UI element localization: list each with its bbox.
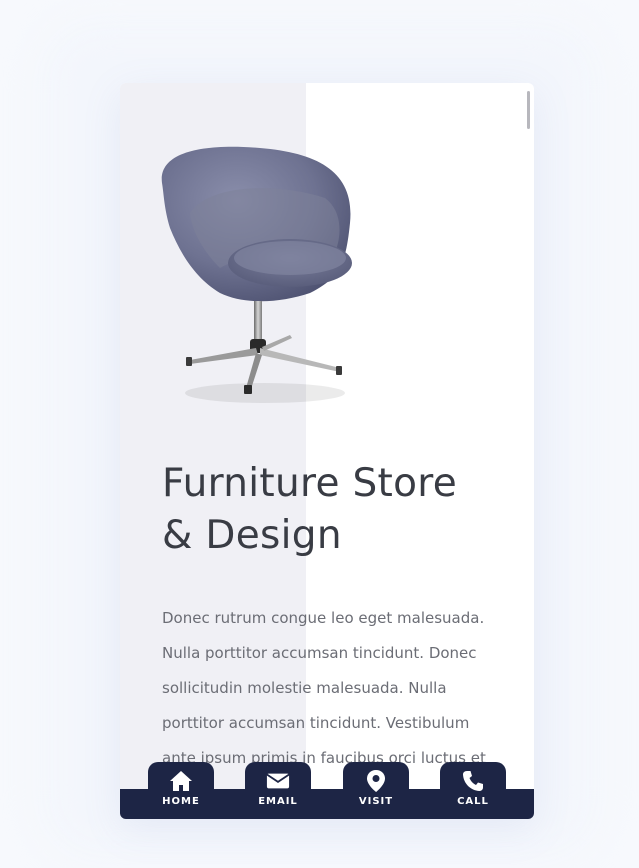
description-text: Donec rutrum congue leo eget malesuada. … (162, 609, 486, 767)
mobile-screen: Furniture Store & Design Donec rutrum co… (120, 83, 534, 819)
nav-home-button[interactable]: HOME (148, 762, 214, 814)
envelope-icon (266, 769, 290, 793)
nav-visit-label: VISIT (358, 796, 394, 807)
nav-email-button[interactable]: EMAIL (245, 762, 311, 814)
scrollbar[interactable] (527, 91, 530, 129)
nav-call-label: CALL (457, 796, 489, 807)
phone-icon (461, 769, 485, 793)
nav-call-button[interactable]: CALL (440, 762, 506, 814)
map-pin-icon (364, 769, 388, 793)
home-icon (169, 769, 193, 793)
nav-visit-button[interactable]: VISIT (343, 762, 409, 814)
title-line-1: Furniture Store (162, 461, 458, 506)
nav-email-label: EMAIL (258, 796, 298, 807)
title-line-2: & Design (162, 513, 342, 558)
page-title: Furniture Store & Design (162, 458, 502, 562)
nav-home-label: HOME (162, 796, 200, 807)
chair-image (161, 146, 352, 403)
